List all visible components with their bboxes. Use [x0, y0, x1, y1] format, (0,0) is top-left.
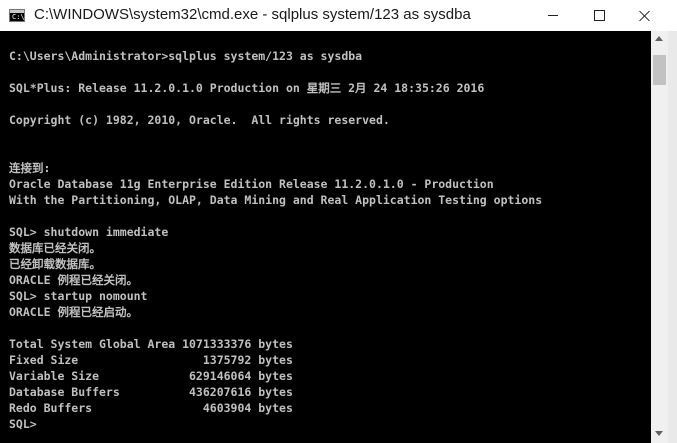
minimize-icon: [548, 15, 558, 16]
cmd-icon[interactable]: C:\: [9, 9, 25, 22]
console-line: 数据库已经关闭。: [9, 241, 101, 255]
console-line: ORACLE 例程已经启动。: [9, 305, 138, 319]
minimize-button[interactable]: [530, 0, 576, 31]
scroll-down-icon[interactable]: [655, 431, 663, 436]
window-title: C:\WINDOWS\system32\cmd.exe - sqlplus sy…: [34, 6, 471, 23]
console-line: Database Buffers 436207616 bytes: [9, 385, 293, 399]
console-line: 已经卸载数据库。: [9, 257, 101, 271]
console-line: 连接到:: [9, 161, 51, 175]
scroll-up-icon[interactable]: [655, 36, 663, 41]
console-line: Total System Global Area 1071333376 byte…: [9, 337, 293, 351]
title-bar[interactable]: C:\ C:\WINDOWS\system32\cmd.exe - sqlplu…: [0, 0, 677, 32]
close-icon: [639, 10, 651, 22]
console-line: Copyright (c) 1982, 2010, Oracle. All ri…: [9, 113, 390, 127]
console-line: With the Partitioning, OLAP, Data Mining…: [9, 193, 543, 207]
console-prompt[interactable]: SQL>: [9, 416, 37, 432]
close-button[interactable]: [622, 0, 668, 31]
maximize-button[interactable]: [576, 0, 622, 31]
console-line: Variable Size 629146064 bytes: [9, 369, 293, 383]
console-line: Oracle Database 11g Enterprise Edition R…: [9, 177, 494, 191]
scroll-thumb[interactable]: [653, 55, 666, 85]
console-line: SQL> startup nomount: [9, 289, 148, 303]
maximize-icon: [593, 10, 605, 21]
desktop-background: [668, 31, 677, 443]
vertical-scrollbar[interactable]: [651, 31, 668, 443]
console-line: C:\Users\Administrator>sqlplus system/12…: [9, 49, 363, 63]
cmd-window: C:\ C:\WINDOWS\system32\cmd.exe - sqlplu…: [0, 0, 677, 443]
console-line: Fixed Size 1375792 bytes: [9, 353, 293, 367]
console-line: SQL*Plus: Release 11.2.0.1.0 Production …: [9, 81, 485, 95]
console-line: SQL> shutdown immediate: [9, 225, 169, 239]
console-line: Redo Buffers 4603904 bytes: [9, 401, 293, 415]
console-output[interactable]: C:\Users\Administrator>sqlplus system/12…: [0, 31, 651, 443]
console-line: ORACLE 例程已经关闭。: [9, 273, 138, 287]
